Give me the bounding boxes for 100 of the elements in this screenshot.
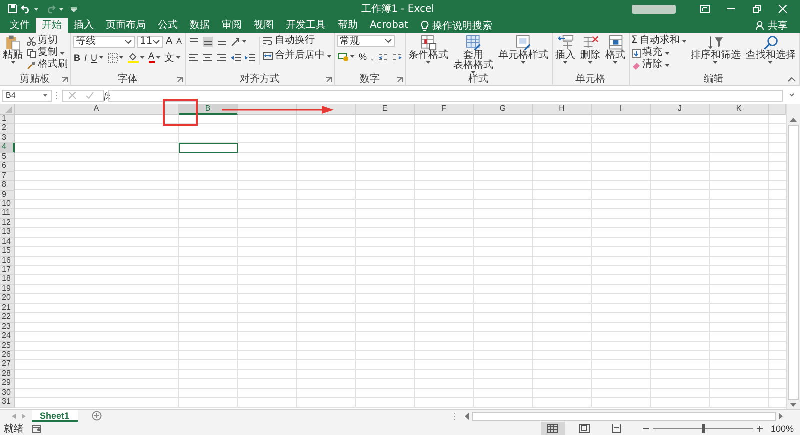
row-header[interactable]: 4 — [0, 143, 15, 153]
ribbon-tab[interactable]: 帮助 — [332, 18, 364, 33]
copy-button[interactable]: 复制 — [27, 47, 68, 59]
bold-button[interactable]: B — [73, 51, 82, 64]
dialog-launcher-icon[interactable] — [62, 77, 68, 83]
row-header[interactable]: 6 — [0, 162, 15, 172]
underline-button[interactable]: U — [90, 51, 105, 64]
eraser-icon — [632, 60, 641, 70]
restore-icon[interactable] — [752, 5, 762, 13]
undo-icon[interactable] — [21, 4, 31, 14]
zoom-out-icon[interactable] — [642, 426, 649, 432]
paste-button[interactable]: 粘贴 — [2, 35, 24, 64]
column-header[interactable]: A — [15, 104, 179, 115]
font-color-button[interactable]: A — [148, 51, 162, 64]
percent-button[interactable]: % — [358, 50, 368, 63]
share-button[interactable]: 共享 — [756, 18, 800, 33]
row-header[interactable]: 20 — [0, 294, 15, 304]
ribbon-tab[interactable]: Acrobat — [364, 18, 415, 33]
row-header[interactable]: 22 — [0, 313, 15, 323]
column-header[interactable]: I — [592, 104, 651, 115]
middle-align-button[interactable] — [202, 35, 214, 48]
zoom-level[interactable]: 100% — [770, 424, 794, 434]
row-header[interactable]: 24 — [0, 332, 15, 342]
ribbon-tab[interactable]: 审阅 — [216, 18, 248, 33]
dialog-launcher-icon[interactable] — [396, 77, 403, 83]
delete-button[interactable]: 删除 — [580, 35, 602, 64]
orientation-icon — [231, 36, 242, 46]
zoom-in-icon[interactable] — [756, 426, 763, 432]
italic-button[interactable]: I — [84, 51, 88, 64]
borders-button[interactable] — [106, 51, 125, 64]
fill-color-button[interactable] — [126, 51, 146, 64]
number-format-dropdown[interactable]: 常规 — [337, 35, 396, 47]
tell-me-search[interactable]: 操作说明搜索 — [414, 18, 499, 33]
font-name-dropdown[interactable]: 等线 — [73, 36, 135, 48]
save-icon[interactable] — [8, 4, 18, 14]
column-header[interactable]: K — [710, 104, 769, 115]
align-center-icon — [203, 52, 214, 62]
column-header[interactable]: F — [415, 104, 474, 115]
ribbon-tab[interactable]: 开发工具 — [280, 18, 332, 33]
person-icon — [756, 21, 765, 30]
view-button[interactable] — [540, 422, 565, 435]
collapse-ribbon-icon[interactable] — [788, 77, 796, 82]
column-header[interactable]: H — [533, 104, 592, 115]
column-header[interactable]: E — [356, 104, 415, 115]
ribbon-tab[interactable]: 公式 — [152, 18, 184, 33]
insert-button[interactable]: 插入 — [554, 35, 577, 64]
decrease-font-size-button[interactable]: A — [176, 35, 184, 48]
row-header[interactable]: 31 — [0, 398, 15, 408]
autosum-button[interactable]: Σ 自动求和 — [632, 35, 687, 47]
sheet-tab[interactable]: Sheet1 — [32, 410, 78, 422]
row-header[interactable]: 18 — [0, 275, 15, 285]
row-header[interactable]: 1 — [0, 115, 15, 124]
row-header[interactable]: 15 — [0, 247, 15, 257]
conditional-formatting-button[interactable]: 条件格式 — [408, 35, 450, 64]
close-icon[interactable] — [778, 5, 788, 13]
ribbon-display-icon[interactable] — [700, 5, 710, 13]
cell-styles-button[interactable]: 单元格样式 — [498, 35, 550, 64]
clear-button[interactable]: 清除 — [632, 59, 687, 71]
column-header[interactable]: B — [179, 104, 238, 115]
find-select-button[interactable]: 查找和选择 — [744, 35, 797, 64]
dialog-launcher-icon[interactable] — [177, 77, 184, 83]
ribbon-tab[interactable]: 视图 — [248, 18, 280, 33]
format-button[interactable]: 格式 — [604, 35, 627, 64]
cut-button[interactable]: 剪切 — [27, 35, 68, 47]
row-header[interactable]: 8 — [0, 181, 15, 190]
phonetic-button[interactable]: 文 — [164, 51, 182, 64]
increase-font-size-button[interactable]: A — [165, 35, 174, 48]
zoom-slider-thumb[interactable] — [702, 424, 705, 433]
active-cell[interactable] — [179, 143, 238, 153]
row-header[interactable]: 2 — [0, 124, 15, 134]
wrap-text-button[interactable]: 自动换行 — [263, 35, 332, 47]
name-box[interactable]: B4 — [2, 90, 52, 102]
ribbon-tab[interactable]: 开始 — [36, 18, 68, 33]
ribbon-tab[interactable]: 数据 — [184, 18, 216, 33]
merge-cells-icon — [263, 51, 274, 61]
merge-center-button[interactable]: 合并后居中 — [263, 50, 332, 62]
caret-icon — [156, 56, 161, 59]
comma-button[interactable]: , — [370, 50, 375, 63]
vertical-scrollbar[interactable] — [786, 104, 800, 409]
row-header[interactable]: 27 — [0, 360, 15, 370]
ribbon-tab[interactable]: 文件 — [4, 18, 36, 33]
column-header[interactable]: G — [474, 104, 533, 115]
check-icon[interactable] — [86, 92, 94, 99]
row-header[interactable]: 13 — [0, 228, 15, 238]
row-header[interactable]: 17 — [0, 266, 15, 276]
sort-filter-button[interactable]: 排序和筛选 — [690, 35, 742, 64]
column-header[interactable]: J — [651, 104, 710, 115]
row-header[interactable]: 29 — [0, 379, 15, 389]
macro-record-icon[interactable] — [32, 424, 42, 433]
add-sheet-icon[interactable] — [92, 411, 102, 421]
customize-icon[interactable] — [71, 6, 77, 12]
accounting-format-button[interactable] — [337, 50, 356, 63]
ribbon-tab[interactable]: 插入 — [68, 18, 100, 33]
fill-button[interactable]: 填充 — [632, 47, 687, 59]
format-painter-button[interactable]: 格式刷 — [27, 59, 68, 71]
font-size-dropdown[interactable]: 11 — [137, 36, 163, 48]
dialog-launcher-icon[interactable] — [326, 77, 332, 83]
ribbon-tab[interactable]: 页面布局 — [100, 18, 152, 33]
format-as-table-button[interactable]: 套用 表格格式 — [452, 35, 495, 74]
row-header[interactable]: 11 — [0, 209, 15, 219]
